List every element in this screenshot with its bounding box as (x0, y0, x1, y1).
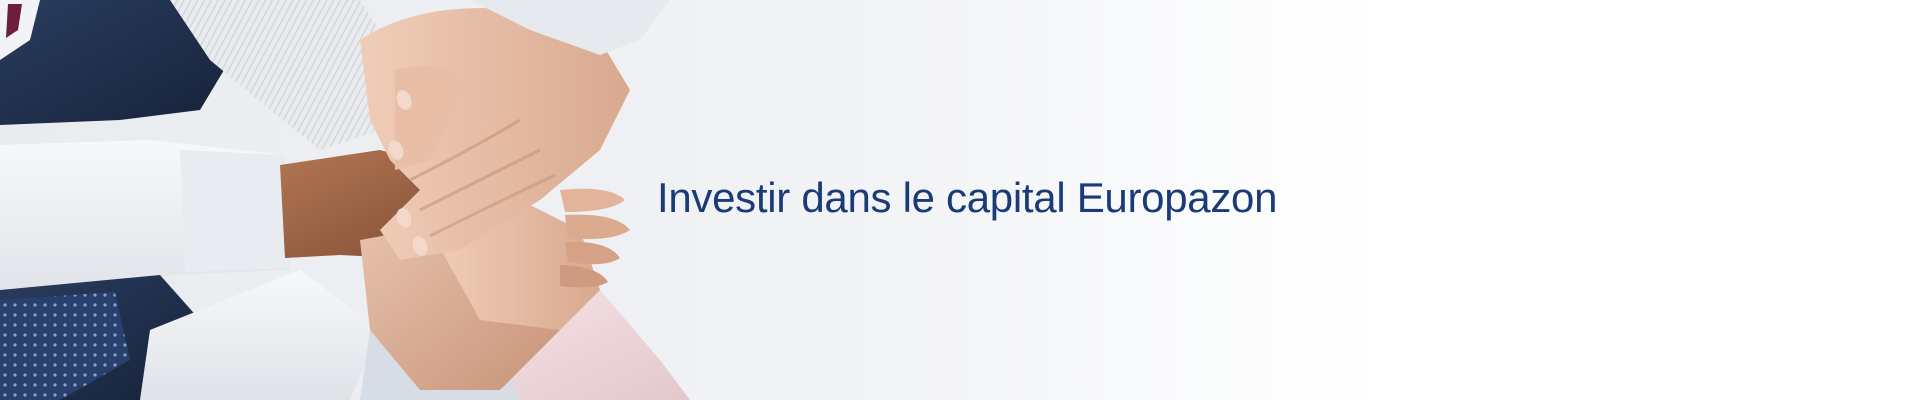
hero-headline: Investir dans le capital Europazon (657, 174, 1278, 221)
hero-banner: Investir dans le capital Europazon (0, 0, 1920, 400)
